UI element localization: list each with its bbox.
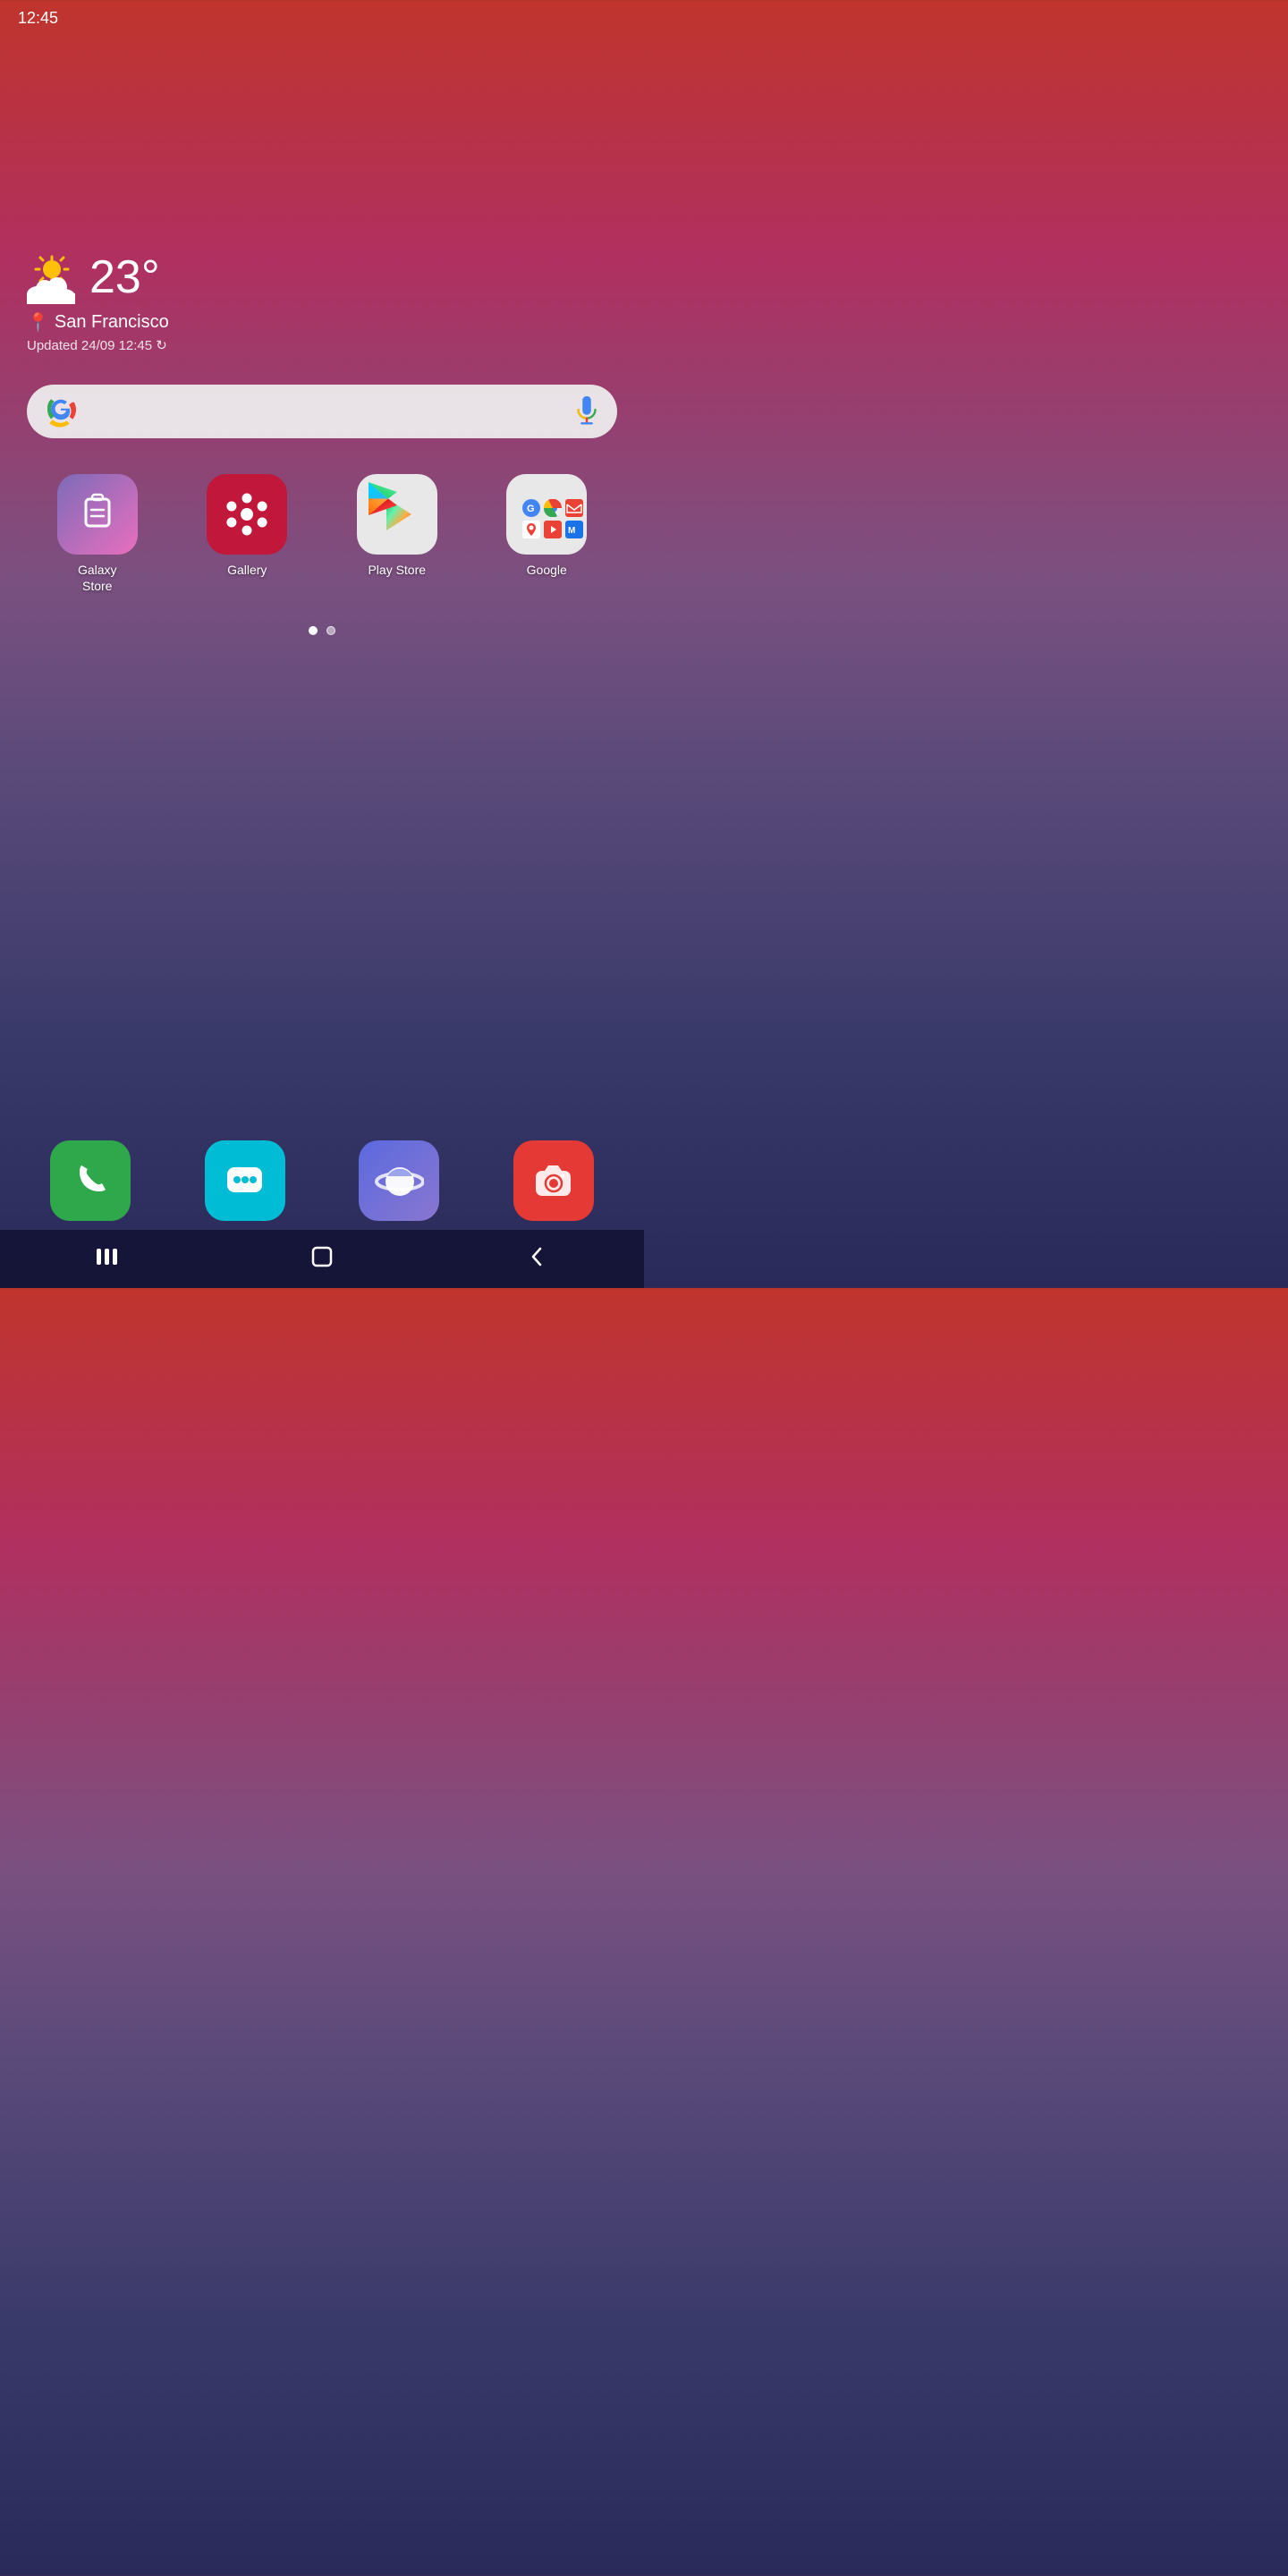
play-store-icon bbox=[357, 474, 437, 555]
app-grid: GalaxyStore Gallery bbox=[27, 474, 617, 594]
dock bbox=[18, 1140, 626, 1221]
dock-messages[interactable] bbox=[173, 1140, 318, 1221]
dock-internet[interactable] bbox=[326, 1140, 472, 1221]
google-search-bar[interactable] bbox=[27, 385, 617, 438]
google-folder-icon: G M bbox=[506, 474, 587, 555]
svg-text:G: G bbox=[527, 504, 535, 514]
recents-button[interactable] bbox=[85, 1239, 130, 1275]
weather-updated: Updated 24/09 12:45 ↻ bbox=[27, 337, 169, 353]
nav-bar bbox=[0, 1230, 644, 1288]
weather-city: San Francisco bbox=[55, 312, 169, 333]
messages-icon bbox=[205, 1140, 285, 1221]
gallery-icon bbox=[207, 474, 287, 555]
weather-location: 📍 San Francisco bbox=[27, 311, 169, 334]
camera-icon bbox=[513, 1140, 594, 1221]
app-gallery[interactable]: Gallery bbox=[177, 474, 318, 594]
status-bar: 12:45 bbox=[0, 0, 644, 36]
app-play-store[interactable]: Play Store bbox=[326, 474, 468, 594]
dock-camera[interactable] bbox=[481, 1140, 627, 1221]
page-dots bbox=[0, 626, 644, 635]
weather-widget[interactable]: 23° 📍 San Francisco Updated 24/09 12:45 … bbox=[27, 250, 169, 353]
svg-text:M: M bbox=[568, 526, 575, 536]
back-button[interactable] bbox=[514, 1239, 559, 1275]
location-pin-icon: 📍 bbox=[27, 311, 49, 334]
galaxy-store-label: GalaxyStore bbox=[78, 562, 117, 594]
page-dot-1[interactable] bbox=[309, 626, 318, 635]
app-galaxy-store[interactable]: GalaxyStore bbox=[27, 474, 168, 594]
weather-temperature: 23° bbox=[89, 250, 160, 304]
weather-icon bbox=[27, 255, 80, 300]
google-g-icon bbox=[45, 395, 77, 428]
galaxy-store-icon bbox=[57, 474, 138, 555]
page-dot-2[interactable] bbox=[326, 626, 335, 635]
play-store-label: Play Store bbox=[368, 562, 426, 578]
refresh-icon: ↻ bbox=[156, 338, 167, 353]
gallery-label: Gallery bbox=[227, 562, 267, 578]
phone-icon bbox=[50, 1140, 131, 1221]
dock-phone[interactable] bbox=[18, 1140, 164, 1221]
voice-search-icon[interactable] bbox=[574, 394, 599, 428]
samsung-internet-icon bbox=[359, 1140, 439, 1221]
app-google-folder[interactable]: G M Google bbox=[477, 474, 618, 594]
home-button[interactable] bbox=[300, 1239, 344, 1275]
weather-main: 23° bbox=[27, 250, 169, 304]
google-folder-label: Google bbox=[527, 562, 567, 578]
status-time: 12:45 bbox=[18, 9, 58, 28]
